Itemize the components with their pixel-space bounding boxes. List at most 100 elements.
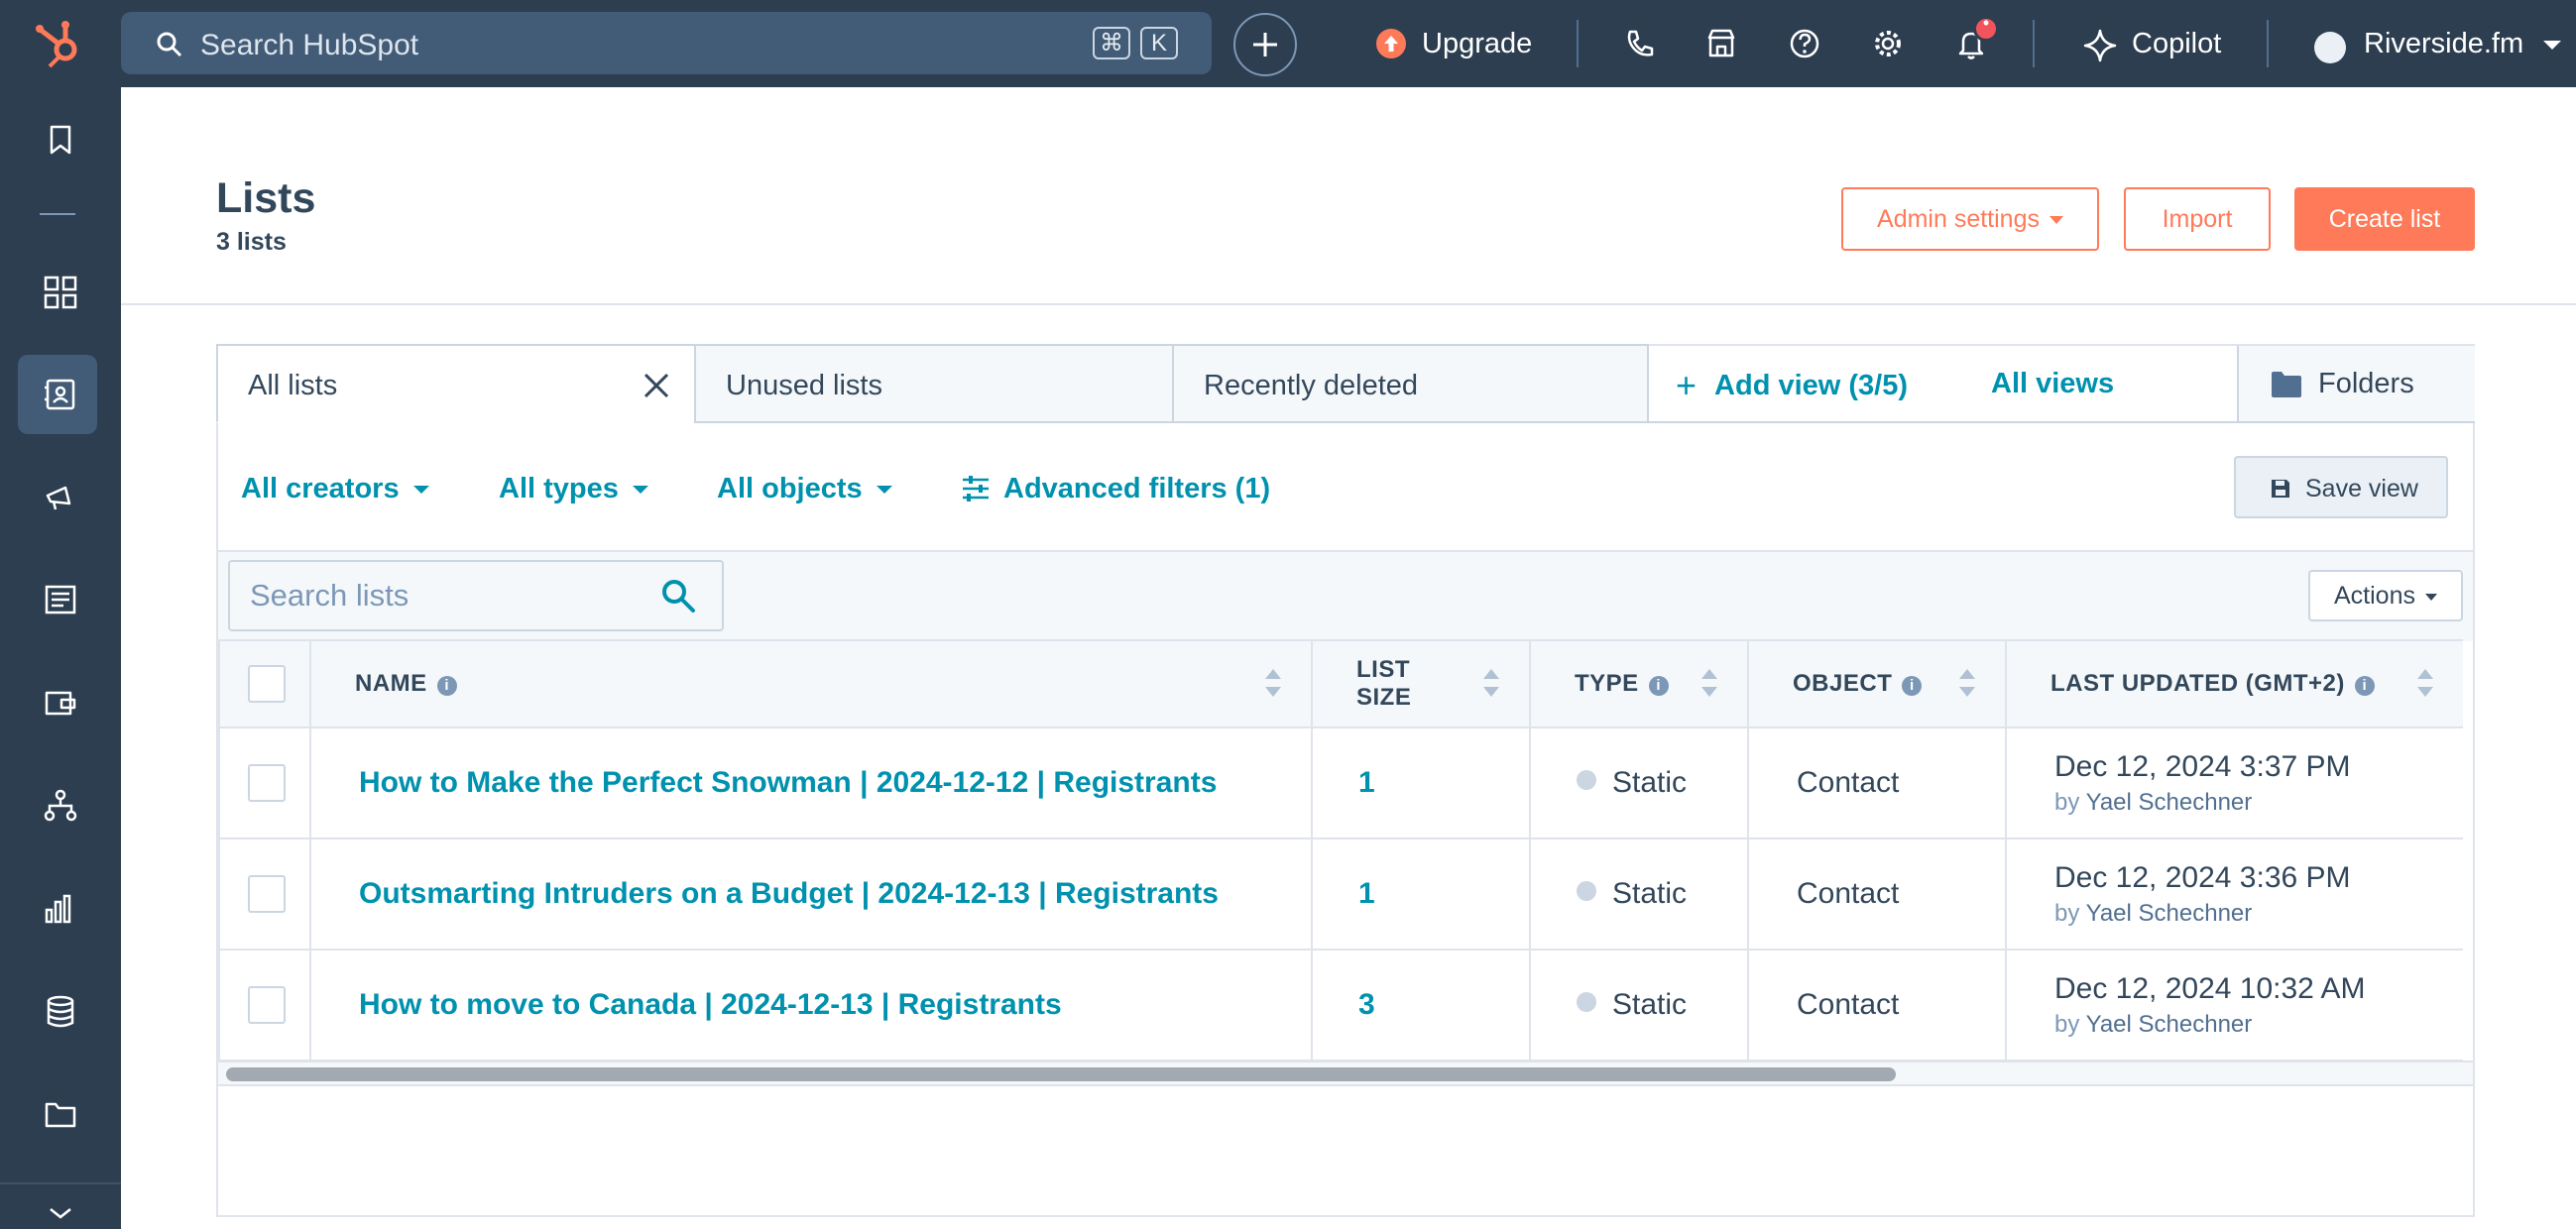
create-list-button[interactable]: Create list (2294, 187, 2475, 251)
library-icon[interactable] (36, 1090, 85, 1140)
updated-by-user-link[interactable]: Yael Schechner (2086, 900, 2253, 927)
column-size-label-line2: SIZE (1356, 684, 1412, 711)
commerce-icon[interactable] (36, 678, 85, 727)
collapse-icon[interactable] (36, 1187, 85, 1229)
tab-unused-lists[interactable]: Unused lists (694, 344, 1174, 423)
bookmark-icon[interactable] (36, 115, 85, 165)
nav-divider (0, 1182, 121, 1184)
row-checkbox[interactable] (248, 764, 286, 802)
updated-by-user-link[interactable]: Yael Schechner (2086, 1011, 2253, 1038)
list-size-link[interactable]: 1 (1311, 838, 1531, 950)
shortcut-cmd-key: ⌘ (1093, 27, 1130, 59)
import-button[interactable]: Import (2124, 187, 2271, 251)
divider (2033, 20, 2035, 67)
page-title: Lists (216, 174, 316, 222)
sort-icon[interactable] (1701, 669, 1717, 699)
static-dot-icon (1577, 770, 1596, 790)
row-checkbox[interactable] (248, 986, 286, 1024)
tab-label: All lists (248, 370, 338, 401)
tabs-divider (1647, 421, 2237, 423)
save-icon (2272, 480, 2289, 498)
updated-by: by Yael Schechner (2054, 787, 2463, 819)
search-icon[interactable] (660, 578, 696, 614)
add-view-button[interactable]: + Add view (3/5) (1676, 365, 1908, 406)
sort-icon[interactable] (1265, 669, 1281, 699)
list-type: Static (1612, 766, 1688, 799)
list-size-link[interactable]: 3 (1311, 949, 1531, 1061)
caret-down-icon (2424, 593, 2437, 601)
sort-icon[interactable] (1483, 669, 1499, 699)
filter-objects[interactable]: All objects (717, 473, 892, 505)
tab-all-lists[interactable]: All lists (216, 344, 696, 423)
filter-creators[interactable]: All creators (241, 473, 429, 505)
advanced-filters-button[interactable]: Advanced filters (1) (962, 473, 1270, 505)
column-header-object[interactable]: OBJECT i (1747, 639, 2007, 728)
contacts-icon[interactable] (36, 370, 85, 419)
actions-dropdown[interactable]: Actions (2308, 570, 2463, 621)
list-last-updated-cell: Dec 12, 2024 3:36 PM by Yael Schechner (2005, 838, 2463, 950)
admin-settings-button[interactable]: Admin settings (1841, 187, 2099, 251)
help-icon[interactable] (1785, 24, 1824, 63)
caret-down-icon (876, 486, 892, 495)
import-label: Import (2162, 205, 2233, 233)
search-lists (228, 560, 724, 631)
table-row: How to move to Canada | 2024-12-13 | Reg… (218, 949, 2463, 1061)
column-header-list-size[interactable]: LIST SIZE (1311, 639, 1531, 728)
list-object: Contact (1747, 726, 2007, 839)
info-icon[interactable]: i (1902, 676, 1923, 696)
data-icon[interactable] (36, 987, 85, 1037)
info-icon[interactable]: i (436, 676, 457, 696)
automation-icon[interactable] (36, 781, 85, 831)
save-view-button[interactable]: Save view (2234, 456, 2448, 518)
sort-icon[interactable] (2417, 669, 2433, 699)
column-header-type[interactable]: TYPE i (1529, 639, 1749, 728)
filter-types[interactable]: All types (499, 473, 648, 505)
updated-by-user-link[interactable]: Yael Schechner (2086, 789, 2253, 816)
row-checkbox[interactable] (248, 875, 286, 913)
account-name: Riverside.fm (2364, 28, 2524, 59)
caret-down-icon (412, 486, 429, 495)
content-icon[interactable] (36, 575, 85, 624)
tab-recently-deleted[interactable]: Recently deleted (1172, 344, 1649, 423)
caret-down-icon (2049, 216, 2063, 225)
last-updated-date: Dec 12, 2024 10:32 AM (2054, 971, 2366, 1005)
column-header-name[interactable]: NAME i (309, 639, 1313, 728)
folders-button[interactable]: Folders (2237, 346, 2475, 423)
list-name-link[interactable]: Outsmarting Intruders on a Budget | 2024… (309, 838, 1313, 950)
list-name-link[interactable]: How to Make the Perfect Snowman | 2024-1… (309, 726, 1313, 839)
marketing-icon[interactable] (36, 474, 85, 523)
settings-icon[interactable] (1868, 24, 1908, 63)
hubspot-logo-icon[interactable] (30, 14, 89, 73)
column-header-last-updated[interactable]: LAST UPDATED (GMT+2) i (2005, 639, 2463, 728)
list-type: Static (1612, 877, 1688, 910)
admin-settings-label: Admin settings (1877, 205, 2040, 233)
search-lists-input[interactable] (250, 576, 646, 615)
reporting-icon[interactable] (36, 884, 85, 934)
tab-label: Unused lists (726, 370, 882, 401)
marketplace-icon[interactable] (1701, 24, 1741, 63)
list-count: 3 lists (216, 228, 287, 256)
column-name-label: NAME (355, 670, 427, 697)
info-icon[interactable]: i (1648, 676, 1669, 696)
save-view-label: Save view (2305, 475, 2418, 503)
close-icon[interactable] (643, 372, 670, 399)
sort-icon[interactable] (1959, 669, 1975, 699)
create-new-button[interactable] (1233, 13, 1297, 76)
updated-by: by Yael Schechner (2054, 1009, 2463, 1041)
select-all-checkbox[interactable] (248, 665, 286, 703)
all-views-link[interactable]: All views (1991, 368, 2114, 400)
lists-table-container: NAME i LIST SIZE TYPE i OBJECT i LAST UPDATE… (218, 639, 2463, 1061)
phone-icon[interactable] (1620, 24, 1660, 63)
horizontal-scrollbar-thumb[interactable] (226, 1067, 1896, 1081)
global-search-bar[interactable]: Search HubSpot ⌘ K (121, 12, 1212, 74)
list-name-link[interactable]: How to move to Canada | 2024-12-13 | Reg… (309, 949, 1313, 1061)
list-type-cell: Static (1529, 726, 1749, 839)
grid-icon[interactable] (36, 268, 85, 317)
table-row: Outsmarting Intruders on a Budget | 2024… (218, 838, 2463, 950)
list-object: Contact (1747, 949, 2007, 1061)
advanced-filters-label: Advanced filters (1) (1003, 473, 1271, 504)
list-size-link[interactable]: 1 (1311, 726, 1531, 839)
filter-objects-label: All objects (717, 473, 863, 504)
upgrade-label: Upgrade (1422, 28, 1533, 59)
info-icon[interactable]: i (2354, 676, 2375, 696)
